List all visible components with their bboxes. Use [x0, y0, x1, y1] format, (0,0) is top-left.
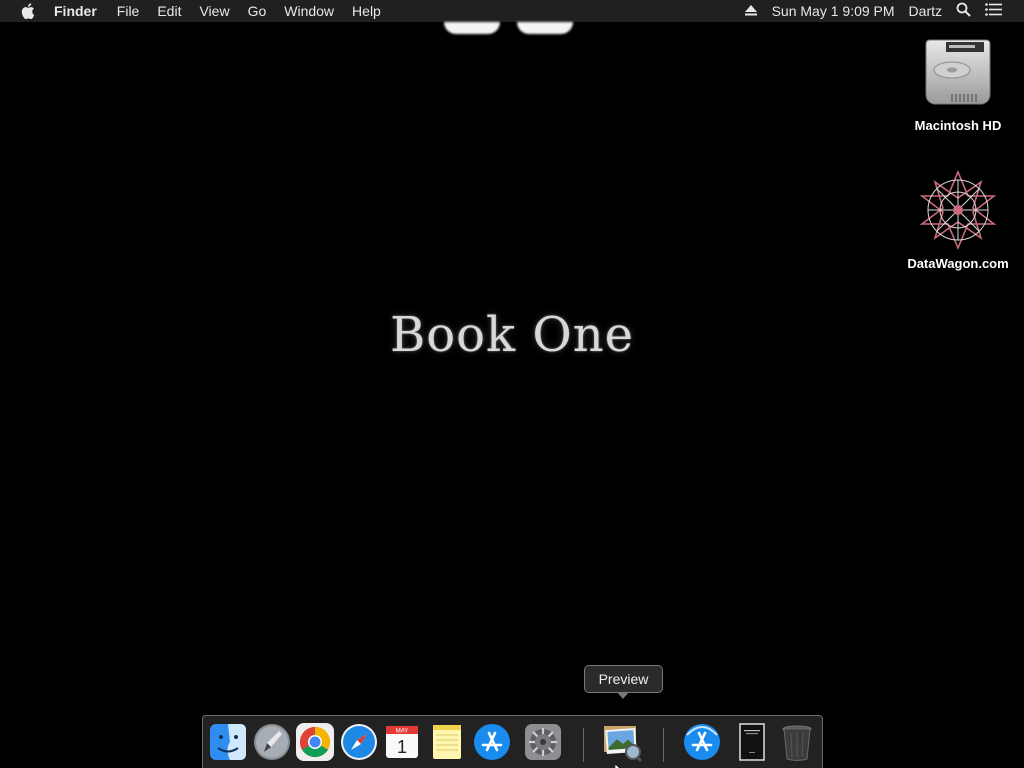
app-store-icon	[684, 724, 720, 760]
safari-icon	[341, 724, 377, 760]
dock-item-app-store-downloads[interactable]	[681, 721, 723, 763]
dock-item-trash[interactable]	[776, 721, 818, 763]
calendar-month: MAY	[396, 729, 409, 735]
trash-icon	[782, 725, 812, 761]
mouse-cursor-icon	[614, 761, 625, 768]
preview-icon	[604, 726, 643, 763]
menu-view[interactable]: View	[199, 0, 229, 22]
dock-item-app-store[interactable]	[471, 721, 513, 763]
chrome-icon	[296, 723, 334, 761]
apple-icon[interactable]	[20, 3, 36, 19]
dock-tooltip: Preview	[584, 665, 663, 699]
dock-item-launchpad[interactable]	[251, 721, 293, 763]
menu-go[interactable]: Go	[248, 0, 267, 22]
dock-item-document[interactable]	[730, 721, 772, 763]
menu-help[interactable]: Help	[352, 0, 381, 22]
wallpaper-eye-right	[517, 22, 573, 34]
dock-item-notes[interactable]	[426, 721, 468, 763]
dock-item-preview[interactable]	[601, 721, 643, 763]
dock-item-chrome[interactable]	[294, 721, 336, 763]
dock: MAY 1	[202, 715, 823, 768]
hard-drive-icon	[916, 30, 1000, 114]
dock-item-calendar[interactable]: MAY 1	[381, 721, 423, 763]
launchpad-icon	[254, 724, 290, 760]
menu-edit[interactable]: Edit	[157, 0, 181, 22]
menu-window[interactable]: Window	[284, 0, 334, 22]
dock-separator	[663, 728, 664, 762]
menubar-user[interactable]: Dartz	[909, 0, 942, 22]
eject-icon[interactable]	[744, 3, 758, 19]
datawagon-logo-icon	[916, 168, 1000, 252]
menu-bar: Finder File Edit View Go Window Help Sun…	[0, 0, 1024, 22]
dock-item-safari[interactable]	[338, 721, 380, 763]
menu-app-finder[interactable]: Finder	[54, 0, 97, 22]
finder-icon	[210, 724, 246, 760]
desktop-icon-label: DataWagon.com	[907, 256, 1009, 271]
calendar-icon: MAY 1	[386, 726, 418, 758]
wallpaper-title: Book One	[389, 307, 635, 363]
menubar-clock[interactable]: Sun May 1 9:09 PM	[772, 0, 895, 22]
desktop-icon-label: Macintosh HD	[914, 118, 1002, 133]
spotlight-search-icon[interactable]	[956, 2, 971, 20]
desktop-screen: Finder File Edit View Go Window Help Sun…	[0, 0, 1024, 768]
dock-item-system-preferences[interactable]	[522, 721, 564, 763]
document-icon	[739, 723, 765, 761]
desktop-icon-datawagon[interactable]: DataWagon.com	[903, 168, 1013, 271]
menu-file[interactable]: File	[117, 0, 140, 22]
desktop-icon-macintosh-hd[interactable]: Macintosh HD	[903, 30, 1013, 133]
app-store-icon	[474, 724, 510, 760]
notes-icon	[433, 725, 461, 759]
dock-separator	[583, 728, 584, 762]
dock-item-finder[interactable]	[207, 721, 249, 763]
notification-center-icon[interactable]	[985, 3, 1002, 19]
system-preferences-icon	[525, 724, 561, 760]
calendar-day: 1	[397, 737, 407, 757]
wallpaper-eye-left	[444, 22, 500, 34]
